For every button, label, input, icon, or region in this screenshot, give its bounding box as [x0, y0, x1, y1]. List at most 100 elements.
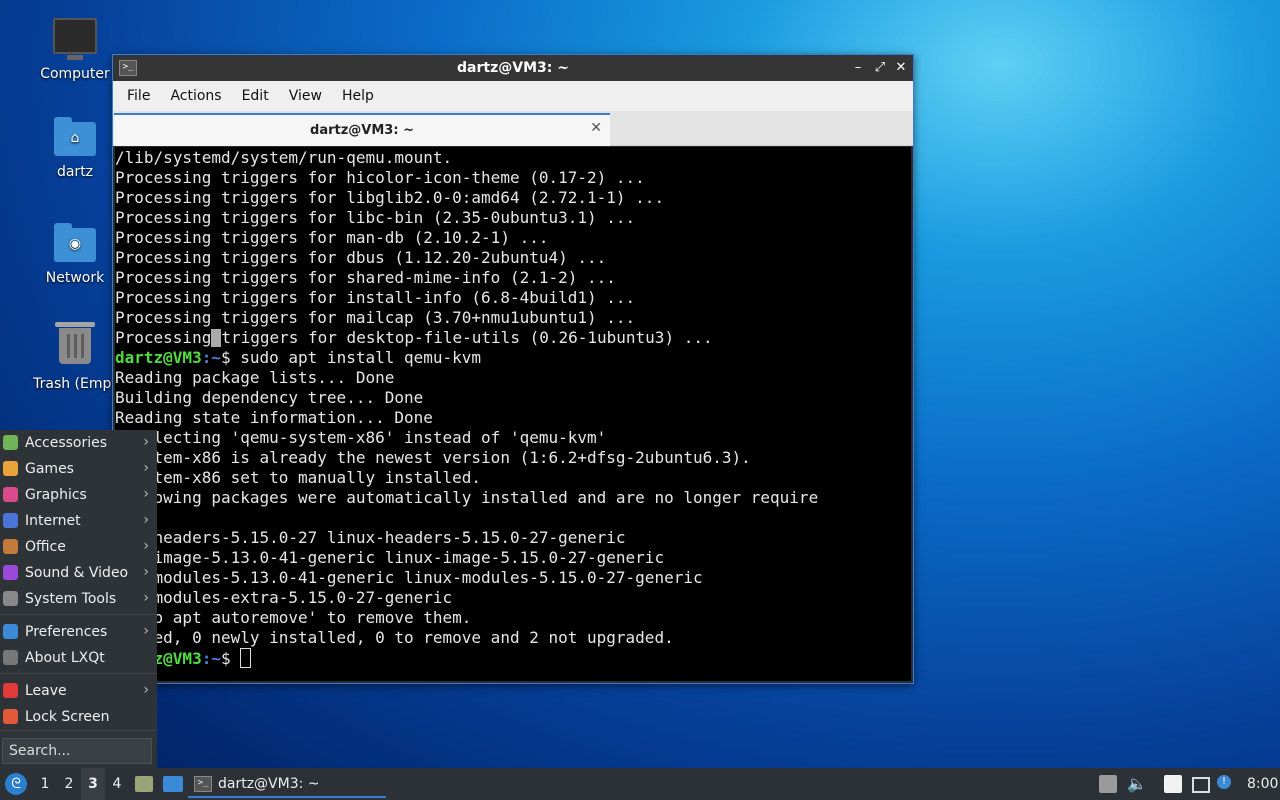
menu-item-label: Lock Screen — [25, 709, 110, 725]
desktop-icon-label: dartz — [56, 164, 94, 180]
menu-item-internet[interactable]: Internet › — [0, 509, 157, 533]
tab-bar: dartz@VM3: ~ ✕ — [113, 111, 913, 146]
menu-file[interactable]: File — [117, 88, 160, 104]
terminal-line: nux-modules-extra-5.15.0-27-generic — [115, 588, 453, 607]
tab-close-icon[interactable]: ✕ — [590, 120, 602, 136]
chevron-right-icon: › — [143, 590, 149, 606]
terminal-output[interactable]: /lib/systemd/system/run-qemu.mount. Proce… — [115, 147, 911, 681]
show-desktop-icon[interactable] — [163, 776, 183, 792]
network-icon[interactable] — [1192, 777, 1210, 793]
menu-item-label: System Tools — [25, 591, 117, 607]
clock[interactable]: 8:00 — [1247, 768, 1278, 800]
menu-item-leave[interactable]: Leave › — [0, 679, 157, 703]
menu-item-label: Accessories — [25, 435, 108, 451]
volume-icon[interactable]: 🔈 — [1127, 775, 1147, 793]
tab-label: dartz@VM3: ~ — [310, 123, 414, 138]
menu-item-preferences[interactable]: Preferences › — [0, 620, 157, 644]
menu-item-label: Preferences — [25, 624, 108, 640]
menu-view[interactable]: View — [279, 88, 332, 104]
menu-edit[interactable]: Edit — [232, 88, 279, 104]
terminal-prompt-line: z@VM3:~$ — [115, 648, 911, 668]
terminal-tab[interactable]: dartz@VM3: ~ ✕ — [114, 113, 610, 146]
menu-item-label: Leave — [25, 683, 67, 699]
terminal-line: Processing triggers for shared-mime-info… — [115, 268, 616, 287]
chevron-right-icon: › — [143, 434, 149, 450]
terminal-line: Building dependency tree... Done — [115, 388, 424, 407]
terminal-line: graded, 0 newly installed, 0 to remove a… — [115, 628, 674, 647]
menu-item-label: Sound & Video — [25, 565, 129, 581]
terminal-line: Processing triggers for install-info (6.… — [115, 288, 636, 307]
terminal-line: Processing triggers for libc-bin (2.35-0… — [115, 208, 636, 227]
clipboard-icon[interactable] — [1164, 775, 1182, 793]
menu-actions[interactable]: Actions — [160, 88, 231, 104]
computer-icon — [53, 18, 97, 60]
desktop-icon-label: Computer — [40, 66, 110, 82]
start-menu-icon[interactable]: ᘓ — [5, 773, 27, 795]
menu-item-lock-screen[interactable]: Lock Screen — [0, 705, 157, 729]
maximize-button[interactable]: ⤢ — [871, 59, 889, 77]
chevron-right-icon: › — [143, 623, 149, 639]
system-tools-icon — [3, 591, 18, 606]
menu-bar: File Actions Edit View Help — [113, 81, 913, 111]
window-titlebar[interactable]: >_ dartz@VM3: ~ – ⤢ ✕ — [113, 55, 913, 81]
terminal-line: Processing triggers for libglib2.0-0:amd… — [115, 188, 665, 207]
menu-item-label: About LXQt — [25, 650, 105, 666]
power-icon — [3, 683, 18, 698]
desktop-icon-network[interactable]: ◉ Network — [25, 223, 125, 286]
menu-item-about-lxqt[interactable]: About LXQt — [0, 646, 157, 670]
chevron-right-icon: › — [143, 512, 149, 528]
terminal-line: Reading package lists... Done — [115, 368, 395, 387]
notification-icon[interactable]: ! — [1217, 775, 1231, 789]
close-button[interactable]: ✕ — [892, 59, 910, 77]
menu-item-label: Internet — [25, 513, 81, 529]
application-menu: Accessories›Games›Graphics›Internet›Offi… — [0, 430, 157, 768]
terminal-line: Processing triggers for desktop-file-util… — [115, 328, 713, 347]
menu-search-input[interactable] — [2, 738, 152, 764]
desktop-4[interactable]: 4 — [105, 768, 129, 800]
desktop-icon-trash[interactable]: Trash (Empt — [25, 322, 125, 392]
menu-item-graphics[interactable]: Graphics › — [0, 483, 157, 507]
terminal-line: Processing triggers for dbus (1.12.20-2u… — [115, 248, 607, 267]
chevron-right-icon: › — [143, 538, 149, 554]
desktop-3[interactable]: 3 — [81, 768, 105, 800]
menu-help[interactable]: Help — [332, 88, 384, 104]
desktop-icon-computer[interactable]: Computer — [25, 18, 125, 82]
tray-eject-icon[interactable] — [1099, 775, 1117, 793]
desktop-icon-home[interactable]: ⌂ dartz — [25, 117, 125, 180]
sound-video-icon — [3, 565, 18, 580]
desktop-icon-label: Network — [45, 270, 105, 286]
terminal-line: nux-headers-5.15.0-27 linux-headers-5.15… — [115, 528, 626, 547]
menu-separator — [0, 673, 157, 674]
lock-icon — [3, 709, 18, 724]
terminal-line: Processing triggers for hicolor-icon-the… — [115, 168, 645, 187]
desktop-2[interactable]: 2 — [57, 768, 81, 800]
menu-item-system-tools[interactable]: System Tools › — [0, 587, 157, 611]
terminal-line: , selecting 'qemu-system-x86' instead of… — [115, 428, 607, 447]
terminal-line: Reading state information... Done — [115, 408, 433, 427]
menu-item-accessories[interactable]: Accessories › — [0, 431, 157, 455]
terminal-cursor — [240, 648, 252, 668]
menu-item-label: Office — [25, 539, 66, 555]
home-folder-icon: ⌂ — [54, 117, 96, 156]
office-icon — [3, 539, 18, 554]
chevron-right-icon: › — [143, 460, 149, 476]
taskbar-task-terminal[interactable]: >_ dartz@VM3: ~ — [188, 768, 386, 800]
menu-item-games[interactable]: Games › — [0, 457, 157, 481]
menu-item-sound-video[interactable]: Sound & Video › — [0, 561, 157, 585]
terminal-icon: >_ — [194, 776, 212, 792]
terminal-prompt-line: dartz@VM3:~$ sudo apt install qemu-kvm — [115, 348, 482, 367]
games-icon — [3, 461, 18, 476]
desktop-1[interactable]: 1 — [33, 768, 57, 800]
menu-item-office[interactable]: Office › — [0, 535, 157, 559]
chevron-right-icon: › — [143, 564, 149, 580]
taskbar: ᘓ 1 2 3 4 >_ dartz@VM3: ~ 🔈 ! 8:00 — [0, 768, 1280, 800]
terminal-line: /lib/systemd/system/run-qemu.mount. — [115, 148, 453, 167]
window-title: dartz@VM3: ~ — [457, 60, 569, 76]
accessories-icon — [3, 435, 18, 450]
file-manager-icon[interactable] — [135, 776, 153, 792]
preferences-icon — [3, 624, 18, 639]
menu-separator — [0, 614, 157, 615]
desktop-icon-label: Trash (Empt — [33, 376, 117, 392]
minimize-button[interactable]: – — [849, 59, 867, 77]
